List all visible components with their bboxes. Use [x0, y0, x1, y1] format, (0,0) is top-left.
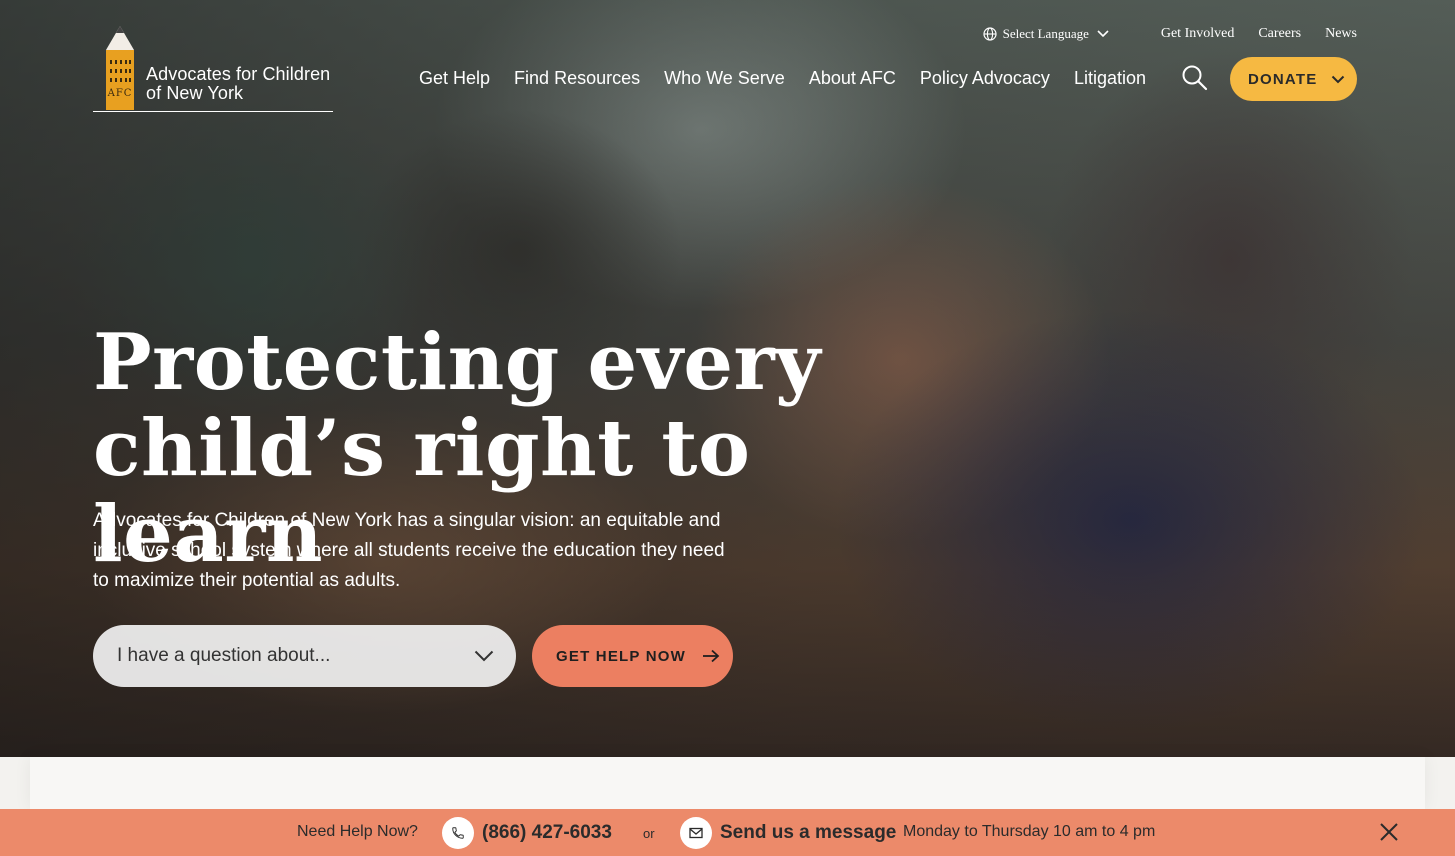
- search-icon[interactable]: [1181, 64, 1209, 92]
- logo-badge: AFC: [107, 88, 133, 99]
- headline-line-1: Protecting every: [93, 317, 821, 408]
- nav-about-afc[interactable]: About AFC: [809, 66, 896, 90]
- logo-line-2: of New York: [146, 83, 244, 103]
- phone-link[interactable]: (866) 427-6033: [482, 822, 612, 844]
- hero-intro: Advocates for Children of New York has a…: [93, 510, 725, 591]
- phone-icon-circle[interactable]: [442, 817, 474, 849]
- utility-nav: Select Language Get Involved Careers New…: [982, 26, 1357, 42]
- chevron-down-icon: [1332, 75, 1345, 83]
- close-icon[interactable]: [1378, 821, 1400, 843]
- phone-icon: [452, 827, 464, 839]
- afc-logo[interactable]: AFC Advocates for Children of New York: [93, 26, 333, 112]
- main-nav: Get Help Find Resources Who We Serve Abo…: [419, 66, 1170, 90]
- donate-button[interactable]: DONATE: [1230, 57, 1357, 101]
- logo-underline: [93, 111, 333, 112]
- question-select-placeholder: I have a question about...: [117, 645, 331, 666]
- nav-find-resources[interactable]: Find Resources: [514, 66, 640, 90]
- globe-icon: [982, 27, 997, 41]
- mail-icon-circle[interactable]: [680, 817, 712, 849]
- office-hours: Monday to Thursday 10 am to 4 pm: [903, 823, 1156, 840]
- or-text: or: [643, 826, 655, 841]
- mail-icon: [689, 827, 703, 839]
- language-selector[interactable]: Select Language: [982, 26, 1115, 42]
- logo-line-1: Advocates for Children: [146, 64, 331, 84]
- arrow-right-icon: [702, 649, 720, 663]
- link-get-involved[interactable]: Get Involved: [1161, 26, 1234, 42]
- language-label: Select Language: [1002, 26, 1089, 41]
- donate-label: DONATE: [1248, 70, 1318, 88]
- chevron-down-icon: [1097, 30, 1109, 38]
- get-help-now-label: GET HELP NOW: [556, 647, 686, 665]
- nav-litigation[interactable]: Litigation: [1074, 66, 1146, 90]
- nav-who-we-serve[interactable]: Who We Serve: [664, 66, 785, 90]
- content-section: [0, 757, 1455, 809]
- send-message-link[interactable]: Send us a message: [720, 822, 896, 844]
- nav-get-help[interactable]: Get Help: [419, 66, 490, 90]
- question-select[interactable]: I have a question about...: [93, 625, 516, 687]
- content-card: [30, 757, 1425, 809]
- help-bar: Need Help Now? (866) 427-6033 or Send us…: [0, 809, 1455, 856]
- link-careers[interactable]: Careers: [1258, 26, 1301, 42]
- logo-text: Advocates for Children of New York: [146, 65, 330, 103]
- get-help-now-button[interactable]: GET HELP NOW: [532, 625, 733, 687]
- link-news[interactable]: News: [1325, 26, 1357, 42]
- nav-policy-advocacy[interactable]: Policy Advocacy: [920, 66, 1050, 90]
- chevron-down-icon: [474, 650, 494, 662]
- need-help-text: Need Help Now?: [297, 823, 418, 840]
